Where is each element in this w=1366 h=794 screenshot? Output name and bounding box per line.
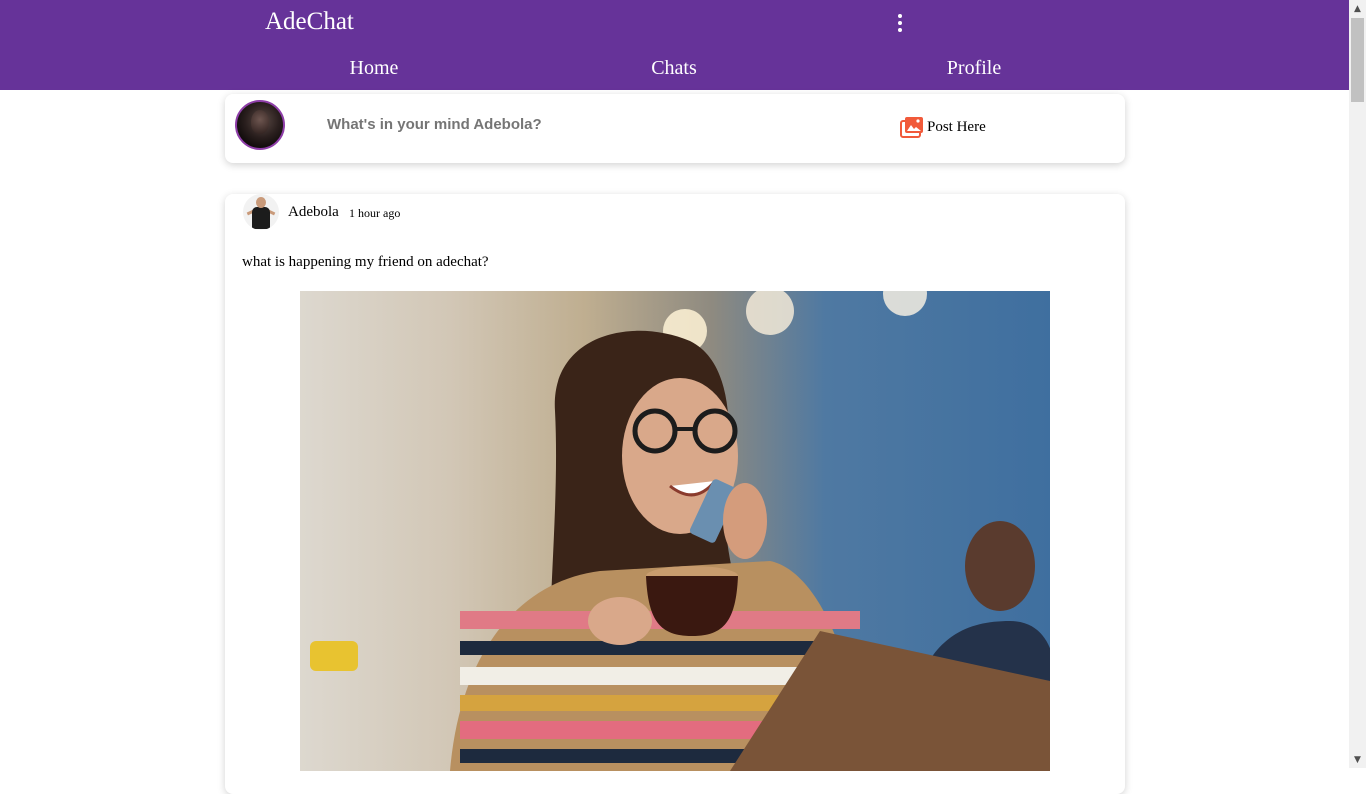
post-timestamp: 1 hour ago	[349, 206, 401, 220]
vertical-scrollbar[interactable]: ▲ ▼	[1349, 0, 1366, 768]
app-header: AdeChat Home Chats Profile	[0, 0, 1349, 90]
scroll-thumb[interactable]	[1351, 18, 1364, 102]
tab-chats[interactable]: Chats	[651, 57, 697, 80]
more-vert-icon[interactable]	[890, 10, 910, 36]
status-input[interactable]: What's in your mind Adebola?	[327, 116, 542, 133]
post-text: what is happening my friend on adechat?	[242, 254, 489, 270]
post-image[interactable]	[300, 291, 1050, 771]
post-here-button[interactable]: Post Here	[900, 116, 986, 138]
avatar[interactable]	[235, 100, 285, 150]
photo-library-icon	[900, 117, 923, 138]
author-avatar[interactable]	[243, 194, 279, 230]
app-brand[interactable]: AdeChat	[265, 8, 354, 36]
post-composer: What's in your mind Adebola? Post Here	[225, 94, 1125, 163]
tab-home[interactable]: Home	[350, 57, 399, 80]
tab-profile[interactable]: Profile	[947, 57, 1001, 80]
scroll-down-icon[interactable]: ▼	[1349, 751, 1366, 768]
post-card: Adebola 1 hour ago what is happening my …	[225, 194, 1125, 794]
post-image-illustration	[310, 291, 1050, 771]
post-here-label: Post Here	[927, 118, 986, 135]
scroll-up-icon[interactable]: ▲	[1349, 0, 1366, 17]
post-author[interactable]: Adebola	[288, 204, 339, 221]
